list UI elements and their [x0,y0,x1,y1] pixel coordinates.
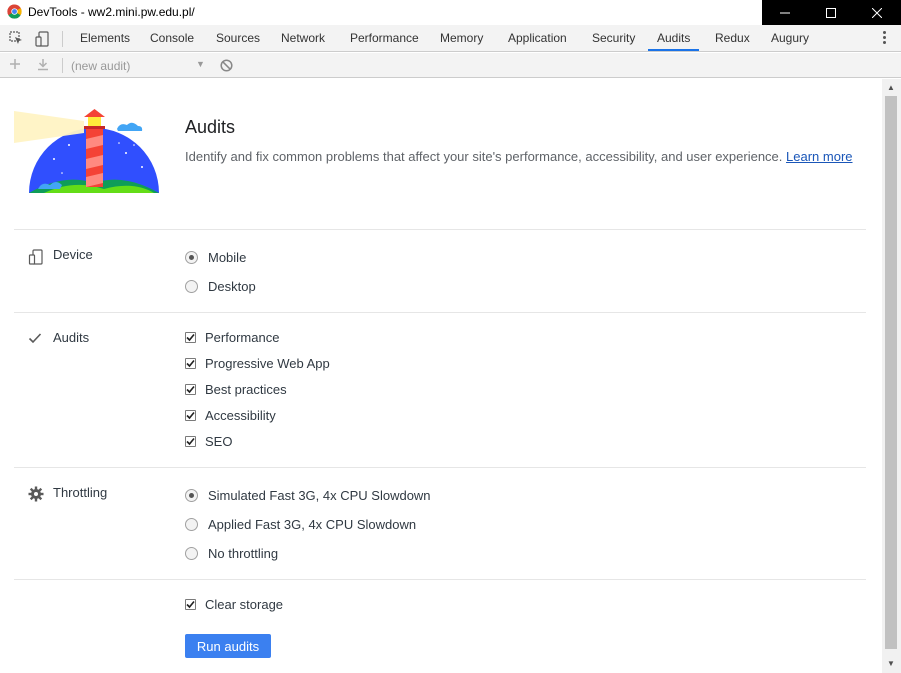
clear-storage-checkbox[interactable] [185,598,196,610]
pwa-label: Progressive Web App [205,355,330,371]
no-throttling-label: No throttling [208,545,279,561]
mobile-radio[interactable] [185,250,198,264]
clear-storage-label: Clear storage [205,596,284,612]
page-title: Audits [185,117,236,137]
close-icon [872,7,882,18]
scrollbar-thumb[interactable] [885,96,897,649]
audit-pwa-option[interactable]: Progressive Web App [185,354,330,372]
audit-select[interactable]: (new audit) [71,59,130,73]
accessibility-checkbox[interactable] [185,409,196,421]
checkmark-icon [28,333,42,344]
divider [14,229,866,230]
check-mark-icon [186,600,195,608]
mobile-label: Mobile [208,249,247,265]
minimize-button[interactable] [762,0,808,25]
device-desktop-option[interactable]: Desktop [185,277,256,295]
clear-storage-option[interactable]: Clear storage [185,595,283,613]
check-mark-icon [186,437,195,445]
tab-memory[interactable]: Memory [437,25,486,51]
learn-more-link[interactable]: Learn more [786,149,852,164]
lighthouse-logo-icon [14,109,159,193]
performance-label: Performance [205,329,280,345]
plus-icon[interactable] [9,58,21,70]
gear-icon [28,486,44,502]
download-icon[interactable] [37,58,49,71]
device-icon [28,249,43,265]
check-mark-icon [186,385,195,393]
clear-icon[interactable] [220,59,233,72]
no-throttling-radio[interactable] [185,546,198,560]
tab-console[interactable]: Console [147,25,197,51]
window-controls [762,0,901,25]
throttling-simulated-option[interactable]: Simulated Fast 3G, 4x CPU Slowdown [185,486,431,504]
divider [14,579,866,580]
device-toolbar-icon[interactable] [35,31,49,47]
vertical-scrollbar[interactable]: ▲ ▼ [882,79,901,673]
throttling-applied-option[interactable]: Applied Fast 3G, 4x CPU Slowdown [185,515,416,533]
seo-label: SEO [205,433,233,449]
description-text: Identify and fix common problems that af… [185,149,783,164]
tab-redux[interactable]: Redux [712,25,753,51]
tab-application[interactable]: Application [505,25,570,51]
simulated-label: Simulated Fast 3G, 4x CPU Slowdown [208,487,431,503]
audits-panel: Audits Identify and fix common problems … [0,79,882,673]
scroll-down-arrow-icon[interactable]: ▼ [887,659,895,668]
best-practices-checkbox[interactable] [185,383,196,395]
maximize-icon [826,7,836,18]
more-options-icon[interactable] [883,31,887,46]
throttling-section-label: Throttling [53,485,108,500]
tab-performance[interactable]: Performance [347,25,422,51]
divider [14,312,866,313]
maximize-button[interactable] [808,0,854,25]
inspect-element-icon[interactable] [9,31,23,45]
minimize-icon [780,12,790,13]
tab-audits[interactable]: Audits [648,25,700,51]
seo-checkbox[interactable] [185,435,196,447]
applied-radio[interactable] [185,517,198,531]
tab-elements[interactable]: Elements [77,25,133,51]
devtools-tabstrip: Elements Console Sources Network Perform… [0,25,901,52]
applied-label: Applied Fast 3G, 4x CPU Slowdown [208,516,417,532]
pwa-checkbox[interactable] [185,357,196,369]
dropdown-arrow-icon: ▼ [196,59,205,69]
scroll-up-arrow-icon[interactable]: ▲ [887,83,895,92]
audits-toolbar: (new audit) ▼ [0,53,901,78]
best-practices-label: Best practices [205,381,287,397]
close-button[interactable] [854,0,900,25]
audits-section-label: Audits [53,330,90,345]
device-mobile-option[interactable]: Mobile [185,248,246,266]
chrome-logo-icon [7,4,22,19]
audit-performance-option[interactable]: Performance [185,328,279,346]
window-titlebar: DevTools - ww2.mini.pw.edu.pl/ [0,0,901,25]
audit-best-practices-option[interactable]: Best practices [185,380,287,398]
performance-checkbox[interactable] [185,331,196,343]
throttling-none-option[interactable]: No throttling [185,544,278,562]
check-mark-icon [186,411,195,419]
tab-sources[interactable]: Sources [213,25,263,51]
accessibility-label: Accessibility [205,407,276,423]
divider [14,467,866,468]
run-audits-button[interactable]: Run audits [185,634,271,658]
desktop-label: Desktop [208,278,256,294]
tab-augury[interactable]: Augury [768,25,812,51]
audit-accessibility-option[interactable]: Accessibility [185,406,276,424]
check-mark-icon [186,359,195,367]
device-section-label: Device [53,247,93,262]
tab-network[interactable]: Network [278,25,328,51]
desktop-radio[interactable] [185,279,198,293]
page-description: Identify and fix common problems that af… [185,149,853,164]
window-title: DevTools - ww2.mini.pw.edu.pl/ [28,5,195,19]
check-mark-icon [186,333,195,341]
toolbar-separator [62,58,63,73]
tab-security[interactable]: Security [589,25,638,51]
audit-seo-option[interactable]: SEO [185,432,232,450]
simulated-radio[interactable] [185,488,198,502]
tab-separator [62,31,63,47]
